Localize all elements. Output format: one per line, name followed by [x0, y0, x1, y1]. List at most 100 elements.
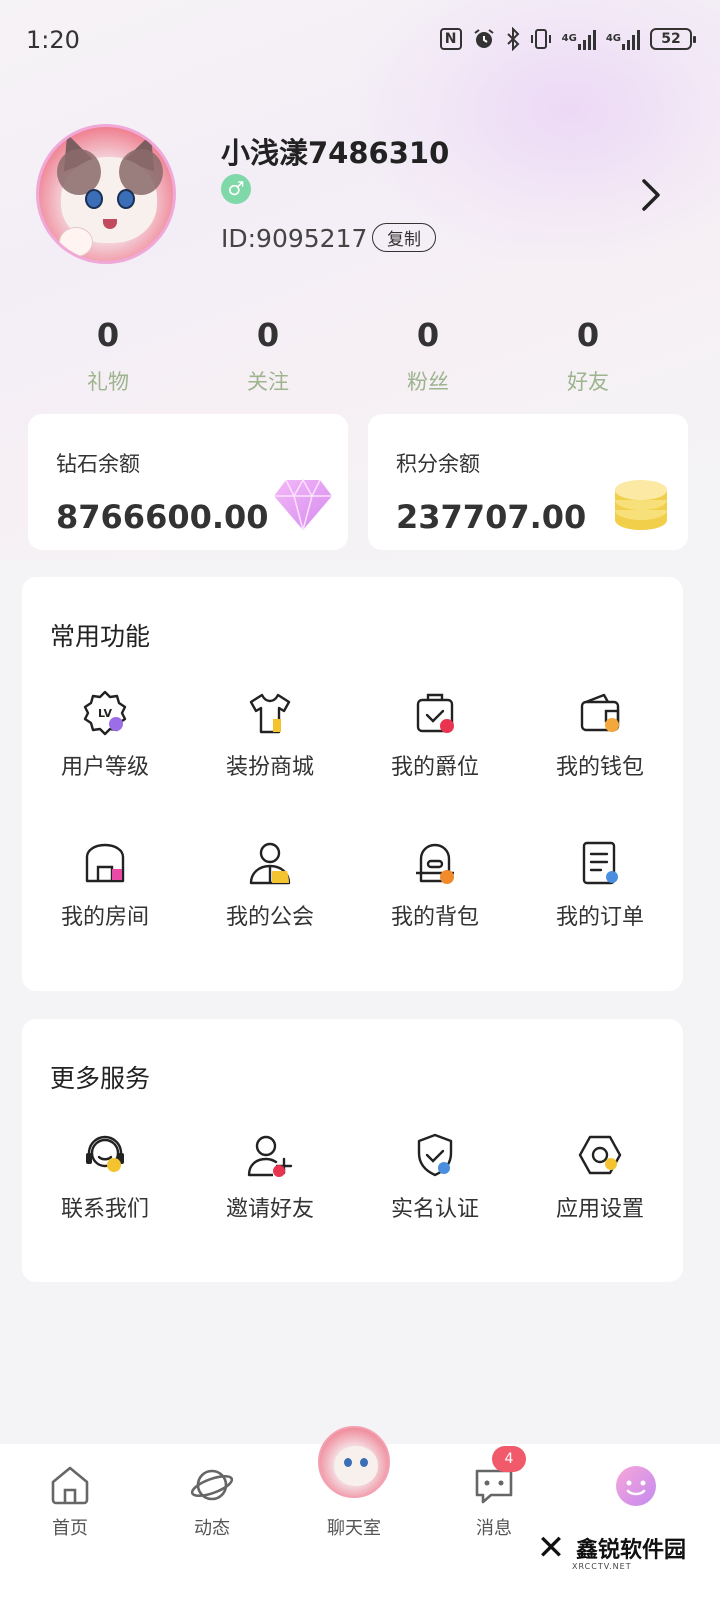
common-functions-title: 常用功能 [50, 622, 151, 651]
svg-text:LV: LV [98, 707, 112, 720]
grid-item-label: 用户等级 [60, 755, 149, 780]
diamond-balance-title: 钻石余额 [56, 452, 140, 476]
grid-item-label: 我的背包 [390, 905, 479, 930]
user-nickname: 小浅漾7486310 [221, 136, 450, 170]
signal-2-icon: 4G [606, 27, 640, 51]
stat-value: 0 [96, 316, 120, 354]
nfc-icon: N [439, 28, 462, 50]
stat-label: 好友 [567, 370, 609, 394]
mini-cat-eye-left [344, 1458, 352, 1467]
grid-item-label: 我的公会 [225, 905, 314, 930]
alarm-icon [472, 27, 496, 51]
headset-icon [86, 1135, 124, 1172]
tshirt-icon [249, 693, 291, 734]
coin-stack-icon [615, 480, 667, 530]
points-balance-title: 积分余额 [396, 452, 480, 476]
grid-item-label: 我的钱包 [555, 755, 644, 780]
grid-item-my-orders[interactable]: 我的订单 [520, 839, 680, 931]
nav-label: 首页 [52, 1518, 88, 1539]
battery-icon: 52 [650, 28, 696, 50]
planet-icon [190, 1469, 234, 1501]
grid-item-real-name-verify[interactable]: 实名认证 [355, 1131, 515, 1223]
grid-item-my-title[interactable]: 我的爵位 [355, 689, 515, 781]
invite-user-icon [247, 1135, 293, 1177]
stat-label: 粉丝 [407, 370, 449, 394]
stat-value: 0 [256, 316, 280, 354]
room-icon [85, 843, 125, 883]
copy-id-button[interactable]: 复制 [372, 223, 436, 252]
grid-item-label: 邀请好友 [225, 1197, 314, 1222]
chatroom-avatar[interactable] [318, 1426, 390, 1498]
grid-item-dressup-store[interactable]: 装扮商城 [190, 689, 350, 781]
backpack-icon [416, 843, 454, 884]
nav-home[interactable]: 首页 [10, 1462, 130, 1540]
grid-item-label: 装扮商城 [225, 755, 314, 780]
guild-icon [249, 842, 291, 885]
grid-item-label: 我的房间 [60, 905, 149, 930]
watermark: ✕ 鑫锐软件园 XRCCTV.NET [532, 1518, 686, 1578]
grid-item-label: 实名认证 [390, 1197, 479, 1222]
stat-following[interactable]: 0 关注 [208, 316, 328, 396]
stat-label: 礼物 [87, 370, 129, 394]
common-functions-card: 常用功能 LV 用户等级 装扮商城 我的爵位 我的钱包 我的房间 我的公会 我的… [22, 577, 683, 991]
profile-face-icon [616, 1466, 656, 1506]
nav-profile[interactable] [576, 1462, 696, 1508]
nav-label: 聊天室 [327, 1518, 381, 1539]
grid-item-label: 我的爵位 [390, 755, 479, 780]
grid-item-label: 我的订单 [555, 905, 644, 930]
stat-value: 0 [576, 316, 600, 354]
diamond-balance-value: 8766600.00 [56, 498, 269, 536]
cat-eye-left [85, 189, 103, 209]
grid-item-contact-us[interactable]: 联系我们 [25, 1131, 185, 1223]
watermark-x-logo: ✕ [536, 1528, 566, 1568]
points-balance-card[interactable]: 积分余额 237707.00 [368, 414, 688, 550]
nav-label: 动态 [194, 1518, 230, 1539]
mini-cat-face [334, 1446, 378, 1486]
nav-chatroom[interactable]: 聊天室 [294, 1508, 414, 1540]
user-id: ID:9095217 [221, 224, 368, 253]
wallet-icon [580, 693, 620, 732]
messages-badge: 4 [492, 1446, 526, 1472]
vibrate-icon [530, 27, 552, 51]
battery-level: 52 [661, 31, 681, 47]
grid-item-my-wallet[interactable]: 我的钱包 [520, 689, 680, 781]
cat-paw [59, 227, 93, 257]
stat-label: 关注 [247, 370, 289, 394]
mini-cat-eye-right [360, 1458, 368, 1467]
level-badge-icon: LV [83, 690, 127, 736]
status-time: 1:20 [26, 26, 80, 54]
cat-eye-right [117, 189, 135, 209]
grid-item-invite-friends[interactable]: 邀请好友 [190, 1131, 350, 1223]
grid-item-user-level[interactable]: LV 用户等级 [25, 689, 185, 781]
grid-item-label: 联系我们 [60, 1197, 149, 1222]
points-balance-value: 237707.00 [396, 498, 587, 536]
diamond-balance-card[interactable]: 钻石余额 8766600.00 [28, 414, 348, 550]
watermark-subtext: XRCCTV.NET [572, 1562, 632, 1571]
signal-1-icon: 4G [562, 27, 596, 51]
network-type-1: 4G [561, 33, 577, 44]
grid-item-my-room[interactable]: 我的房间 [25, 839, 185, 931]
grid-item-my-backpack[interactable]: 我的背包 [355, 839, 515, 931]
more-services-card: 更多服务 联系我们 邀请好友 实名认证 应用设置 [22, 1019, 683, 1282]
more-services-title: 更多服务 [50, 1064, 151, 1093]
shield-check-icon [417, 1133, 453, 1177]
stat-fans[interactable]: 0 粉丝 [368, 316, 488, 396]
status-icons: N 4G 4G 52 [439, 24, 696, 54]
watermark-text: 鑫锐软件园 [576, 1538, 687, 1563]
stat-value: 0 [416, 316, 440, 354]
user-avatar[interactable] [36, 124, 176, 264]
title-bag-icon [416, 693, 454, 733]
status-bar: 1:20 N 4G 4G 52 [0, 0, 720, 78]
gender-male-icon: ♂ [221, 174, 251, 204]
stat-friends[interactable]: 0 好友 [528, 316, 648, 396]
grid-item-label: 应用设置 [555, 1197, 644, 1222]
grid-item-my-guild[interactable]: 我的公会 [190, 839, 350, 931]
chevron-right-icon[interactable] [636, 176, 666, 214]
bluetooth-icon [506, 27, 520, 51]
nav-feed[interactable]: 动态 [152, 1462, 272, 1540]
network-type-2: 4G [605, 33, 621, 44]
settings-hex-icon [578, 1135, 622, 1175]
stat-gifts[interactable]: 0 礼物 [48, 316, 168, 396]
home-icon [51, 1466, 89, 1505]
grid-item-app-settings[interactable]: 应用设置 [520, 1131, 680, 1223]
